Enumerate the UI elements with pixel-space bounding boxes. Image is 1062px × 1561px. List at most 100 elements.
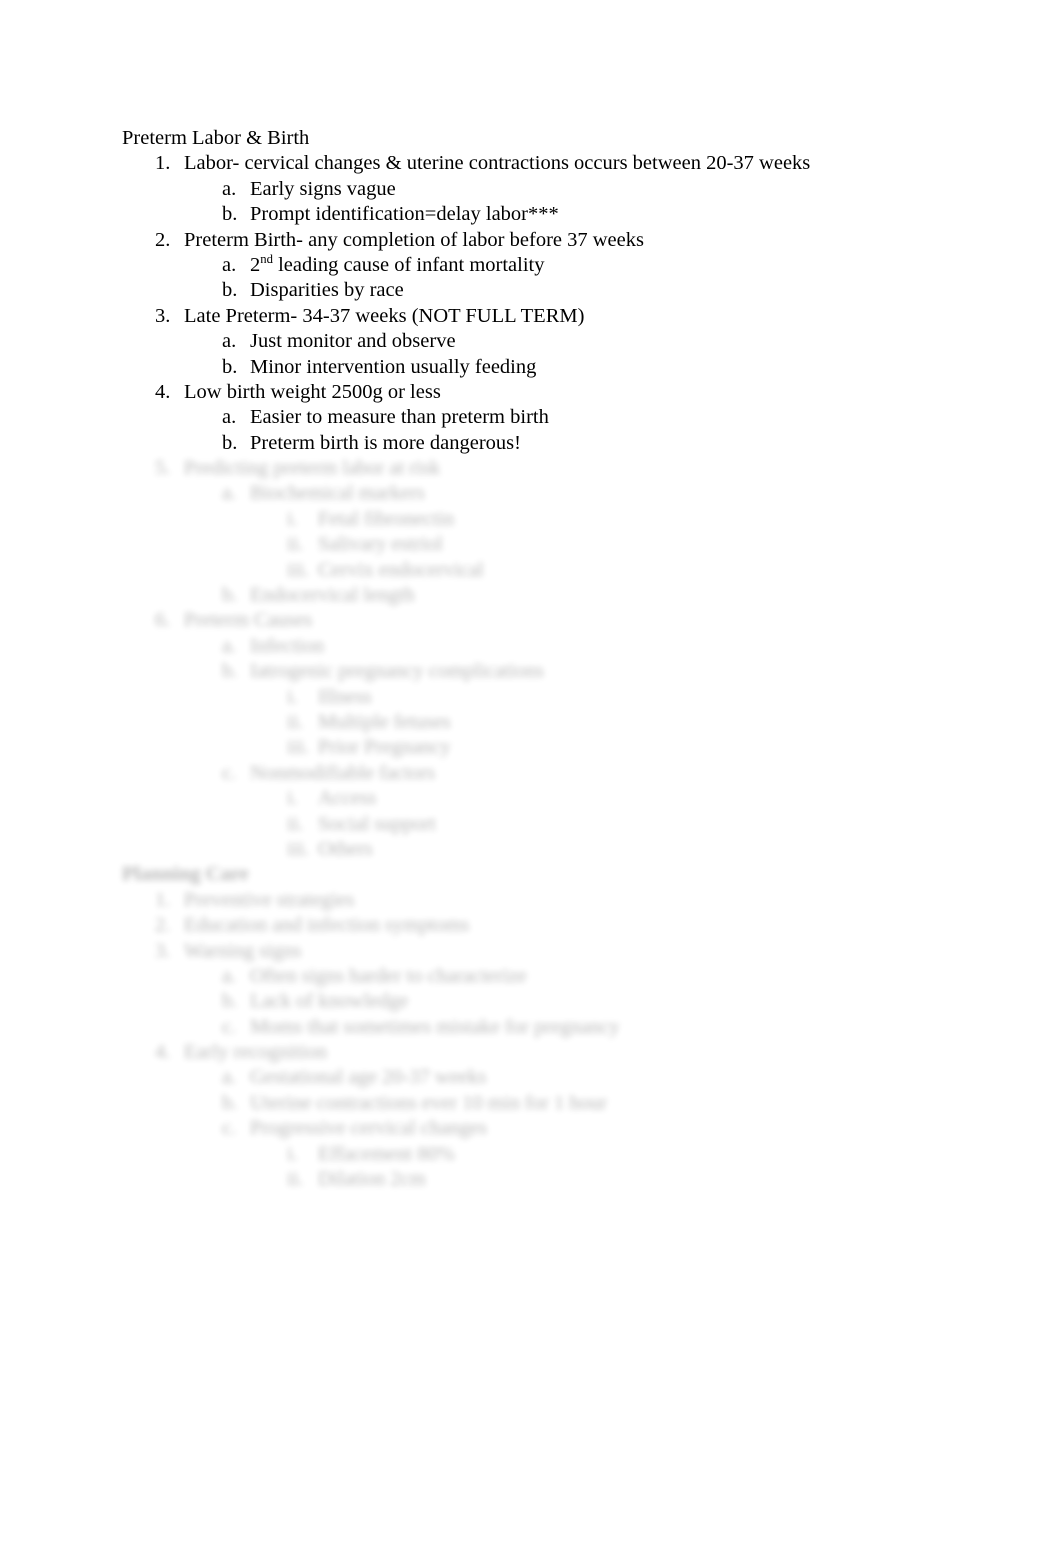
list-item: c. Moms that sometimes mistake for pregn… [122,1015,942,1040]
list-item-text: Gestational age 20-37 weeks [250,1066,487,1089]
list-marker: a. [222,253,237,276]
list-marker: b. [222,431,238,454]
list-marker: a. [222,964,237,987]
list-item: iii. Cervix endocervical [122,558,942,583]
section-heading-line: Planning Care [122,862,942,887]
list-item: iii. Prior Pregnancy [122,735,942,760]
list-marker: b. [222,355,238,378]
list-item-text: Illness [318,685,372,708]
list-item: i. Illness [122,685,942,710]
list-item-text: Predicting preterm labor at risk [184,457,441,480]
list-item: b. Disparities by race [122,278,942,303]
section-heading: Planning Care [122,863,249,886]
list-marker: ii. [287,710,304,733]
list-item: 1. Labor- cervical changes & uterine con… [122,151,942,176]
list-item: a. Easier to measure than preterm birth [122,405,942,430]
list-item-text: Preterm Causes [184,609,313,632]
list-marker: b. [222,584,238,607]
list-marker: c. [222,1117,237,1140]
list-item-text: Dilation 2cm [318,1168,426,1191]
list-marker: 1. [155,152,171,175]
list-item-text: Uterine contractions ever 10 min for 1 h… [250,1091,607,1114]
list-item-text: Access [318,787,377,810]
list-item-text: Early recognition [184,1041,327,1064]
list-item-text: Cervix endocervical [318,558,484,581]
list-marker: i. [287,1142,298,1165]
list-item: a. 2nd leading cause of infant mortality [122,253,942,278]
list-item-text: Often signs harder to characterize [250,964,527,987]
list-item: ii. Salivary estriol [122,532,942,557]
list-item-text: Education and infection symptoms [184,914,470,937]
list-marker: a. [222,634,237,657]
list-item-text: Disparities by race [250,279,404,302]
list-marker: c. [222,761,237,784]
list-item: a. Often signs harder to characterize [122,964,942,989]
list-item: 2. Preterm Birth- any completion of labo… [122,228,942,253]
list-marker: 2. [155,914,171,937]
list-marker: a. [222,406,237,429]
list-item: a. Infection [122,634,942,659]
list-item-text: Preterm Birth- any completion of labor b… [184,228,644,251]
list-item-text: Early signs vague [250,177,396,200]
list-item-text: Prompt identification=delay labor*** [250,203,559,226]
list-item-text: Endocervical length [250,584,415,607]
list-marker: b. [222,990,238,1013]
list-item: ii. Multiple fetuses [122,710,942,735]
list-marker: iii. [287,558,310,581]
list-item-text-superscript: 2nd leading cause of infant mortality [250,253,545,278]
list-item: b. Uterine contractions ever 10 min for … [122,1091,942,1116]
list-item-text: Just monitor and observe [250,330,456,353]
list-item-text: Prior Pregnancy [318,736,451,759]
list-item: a. Early signs vague [122,177,942,202]
list-marker: 3. [155,939,171,962]
document-title-line: Preterm Labor & Birth [122,126,942,151]
list-item-text: Progressive cervical changes [250,1117,487,1140]
list-item: 3. Late Preterm- 34-37 weeks (NOT FULL T… [122,304,942,329]
list-marker: 2. [155,228,171,251]
list-item: i. Fetal fibronectin [122,507,942,532]
list-item-text: Late Preterm- 34-37 weeks (NOT FULL TERM… [184,304,585,327]
list-item: i. Access [122,786,942,811]
list-item-text: Infection [250,634,324,657]
list-item: b. Minor intervention usually feeding [122,355,942,380]
list-item: b. Endocervical length [122,583,942,608]
list-item-text: Lack of knowledge [250,990,409,1013]
list-item: 4. Early recognition [122,1040,942,1065]
list-marker: b. [222,279,238,302]
list-item-text: Salivary estriol [318,533,443,556]
ordinal-number: 2 [250,253,261,276]
list-item-text: Iatrogenic pregnancy complications [250,660,544,683]
list-item-text: Warning signs [184,939,302,962]
list-item: 2. Education and infection symptoms [122,913,942,938]
list-item: ii. Social support [122,812,942,837]
list-item: a. Biochemical markers [122,481,942,506]
list-item: 4. Low birth weight 2500g or less [122,380,942,405]
list-marker: a. [222,1066,237,1089]
list-marker: b. [222,1091,238,1114]
list-item-text: Labor- cervical changes & uterine contra… [184,152,811,175]
list-item-text: Easier to measure than preterm birth [250,406,549,429]
list-item-text: Preventive strategies [184,888,355,911]
list-marker: a. [222,177,237,200]
list-marker: 3. [155,304,171,327]
list-marker: ii. [287,812,304,835]
document-body: Preterm Labor & Birth 1. Labor- cervical… [122,126,942,1192]
list-item: a. Gestational age 20-37 weeks [122,1065,942,1090]
page-title: Preterm Labor & Birth [122,127,310,149]
ordinal-suffix: nd [260,252,273,267]
list-item-text: Minor intervention usually feeding [250,355,537,378]
list-item: 1. Preventive strategies [122,888,942,913]
list-item: b. Prompt identification=delay labor*** [122,202,942,227]
list-item-text: Low birth weight 2500g or less [184,380,441,403]
list-item-text: Preterm birth is more dangerous! [250,431,521,454]
ordinal-rest: leading cause of infant mortality [272,253,545,276]
list-item: b. Preterm birth is more dangerous! [122,431,942,456]
list-marker: 4. [155,1041,171,1064]
list-marker: ii. [287,533,304,556]
list-item-text: Biochemical markers [250,482,425,505]
list-marker: iii. [287,837,310,860]
list-item: 6. Preterm Causes [122,608,942,633]
list-item: b. Iatrogenic pregnancy complications [122,659,942,684]
list-item-text: Nonmodifiable factors [250,761,436,784]
list-marker: a. [222,330,237,353]
